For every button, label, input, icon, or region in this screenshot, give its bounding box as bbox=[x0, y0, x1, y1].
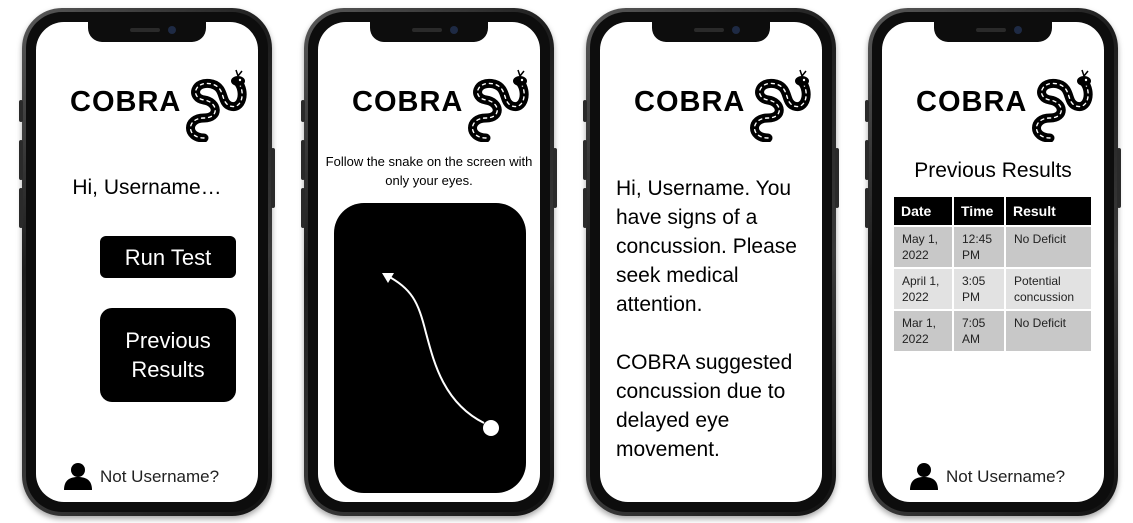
eye-tracking-area bbox=[334, 203, 526, 493]
path-arrow-icon bbox=[382, 273, 499, 436]
side-button bbox=[19, 188, 23, 228]
not-username-link[interactable]: Not Username? bbox=[64, 462, 219, 492]
side-button bbox=[865, 140, 869, 180]
phone-test: COBRA Follow the snake on the screen wit… bbox=[301, 8, 557, 516]
cell-time: 7:05 AM bbox=[954, 311, 1004, 351]
previous-results-title: Previous Results bbox=[914, 159, 1072, 182]
cell-result: No Deficit bbox=[1006, 311, 1091, 351]
table-header-row: Date Time Result bbox=[894, 197, 1091, 225]
screen: COBRA Previous Results Date Time Result … bbox=[882, 22, 1104, 502]
app-logo: COBRA bbox=[600, 64, 822, 140]
user-icon bbox=[64, 463, 92, 490]
app-logo: COBRA bbox=[318, 64, 540, 140]
results-table: Date Time Result May 1, 2022 12:45 PM No… bbox=[892, 195, 1093, 353]
column-header-time: Time bbox=[954, 197, 1004, 225]
table-row[interactable]: Mar 1, 2022 7:05 AM No Deficit bbox=[894, 311, 1091, 351]
cell-date: Mar 1, 2022 bbox=[894, 311, 952, 351]
phone-result: COBRA Hi, Username. You have signs of a … bbox=[583, 8, 839, 516]
power-button bbox=[1117, 148, 1121, 208]
not-username-label: Not Username? bbox=[946, 467, 1066, 486]
app-logo: COBRA bbox=[882, 64, 1104, 140]
notch bbox=[370, 22, 488, 42]
run-test-button[interactable]: Run Test bbox=[100, 236, 236, 278]
logo-text: COBRA bbox=[70, 86, 182, 118]
moving-dot-icon bbox=[483, 420, 499, 436]
app-logo: COBRA bbox=[36, 64, 258, 140]
logo-text: COBRA bbox=[352, 86, 464, 118]
not-username-label: Not Username? bbox=[100, 467, 220, 486]
cell-date: April 1, 2022 bbox=[894, 269, 952, 309]
power-button bbox=[271, 148, 275, 208]
side-button bbox=[583, 100, 587, 122]
screen: COBRA Hi, Username. You have signs of a … bbox=[600, 22, 822, 502]
cell-result: Potential concussion bbox=[1006, 269, 1091, 309]
result-message-detail: COBRA suggested concussion due to delaye… bbox=[616, 351, 793, 461]
greeting: Hi, Username… bbox=[72, 176, 222, 199]
side-button bbox=[583, 140, 587, 180]
user-icon bbox=[910, 463, 938, 490]
notch bbox=[934, 22, 1052, 42]
side-button bbox=[865, 100, 869, 122]
result-message-primary: Hi, Username. You have signs of a concus… bbox=[616, 177, 797, 316]
table-row[interactable]: April 1, 2022 3:05 PM Potential concussi… bbox=[894, 269, 1091, 309]
cell-time: 12:45 PM bbox=[954, 227, 1004, 267]
power-button bbox=[553, 148, 557, 208]
result-message: Hi, Username. You have signs of a concus… bbox=[616, 174, 816, 464]
phone-history: COBRA Previous Results Date Time Result … bbox=[865, 8, 1121, 516]
side-button bbox=[19, 140, 23, 180]
table-row[interactable]: May 1, 2022 12:45 PM No Deficit bbox=[894, 227, 1091, 267]
previous-results-button[interactable]: Previous Results bbox=[100, 308, 236, 402]
cell-time: 3:05 PM bbox=[954, 269, 1004, 309]
cobra-snake-logo-icon bbox=[462, 68, 532, 142]
cell-date: May 1, 2022 bbox=[894, 227, 952, 267]
column-header-date: Date bbox=[894, 197, 952, 225]
phone-home: COBRA Hi, Username… Run Test Previous Re… bbox=[19, 8, 275, 516]
side-button bbox=[19, 100, 23, 122]
screen: COBRA Hi, Username… Run Test Previous Re… bbox=[36, 22, 258, 502]
side-button bbox=[865, 188, 869, 228]
logo-text: COBRA bbox=[634, 86, 746, 118]
screen: COBRA Follow the snake on the screen wit… bbox=[318, 22, 540, 502]
side-button bbox=[301, 140, 305, 180]
test-instruction: Follow the snake on the screen with only… bbox=[325, 154, 533, 188]
not-username-link[interactable]: Not Username? bbox=[910, 462, 1065, 492]
notch bbox=[652, 22, 770, 42]
logo-text: COBRA bbox=[916, 86, 1028, 118]
cobra-snake-logo-icon bbox=[744, 68, 814, 142]
column-header-result: Result bbox=[1006, 197, 1091, 225]
cobra-snake-logo-icon bbox=[1026, 68, 1096, 142]
cell-result: No Deficit bbox=[1006, 227, 1091, 267]
power-button bbox=[835, 148, 839, 208]
cobra-snake-logo-icon bbox=[180, 68, 250, 142]
side-button bbox=[301, 100, 305, 122]
side-button bbox=[301, 188, 305, 228]
side-button bbox=[583, 188, 587, 228]
notch bbox=[88, 22, 206, 42]
